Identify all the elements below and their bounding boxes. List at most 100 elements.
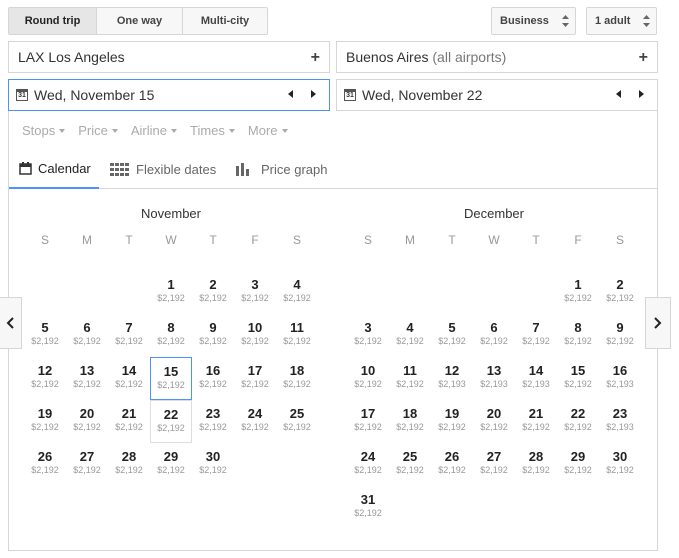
next-month-button[interactable]: [645, 297, 671, 349]
next-day-icon[interactable]: [639, 90, 644, 98]
calendar-day[interactable]: 14 $2,193: [515, 357, 557, 400]
calendar-day[interactable]: 9 $2,192: [192, 314, 234, 357]
calendar-day[interactable]: 16 $2,192: [192, 357, 234, 400]
depart-date-field[interactable]: 31 Wed, November 15: [8, 79, 330, 111]
calendar-day[interactable]: 1 $2,192: [150, 271, 192, 314]
day-price: $2,192: [115, 422, 143, 432]
add-destination-icon[interactable]: +: [639, 49, 648, 67]
tab-price-graph[interactable]: Price graph: [236, 149, 327, 189]
calendar-day[interactable]: 30 $2,192: [599, 443, 641, 486]
calendar-day[interactable]: 5 $2,192: [24, 314, 66, 357]
return-date-field[interactable]: 31 Wed, November 22: [336, 79, 658, 111]
calendar-day[interactable]: 24 $2,192: [347, 443, 389, 486]
calendar-day[interactable]: 22 $2,192: [557, 400, 599, 443]
calendar-day[interactable]: 20 $2,192: [66, 400, 108, 443]
calendar-day[interactable]: 31 $2,192: [347, 486, 389, 529]
trip-type-multi-city[interactable]: Multi-city: [183, 8, 267, 34]
weekday-header: M: [405, 233, 415, 247]
trip-type-selector: Round trip One way Multi-city: [8, 7, 268, 35]
calendar-day[interactable]: 19 $2,192: [431, 400, 473, 443]
calendar-day[interactable]: 25 $2,192: [276, 400, 318, 443]
trip-type-round-trip[interactable]: Round trip: [9, 8, 97, 34]
calendar-day[interactable]: 8 $2,192: [557, 314, 599, 357]
calendar-day[interactable]: 2 $2,192: [599, 271, 641, 314]
calendar-day[interactable]: 13 $2,193: [473, 357, 515, 400]
prev-day-icon[interactable]: [616, 90, 621, 98]
calendar-day[interactable]: 27 $2,192: [66, 443, 108, 486]
day-price: $2,192: [564, 422, 592, 432]
calendar-day[interactable]: 26 $2,192: [24, 443, 66, 486]
filter-price[interactable]: Price: [78, 123, 118, 138]
calendar-day[interactable]: 11 $2,192: [276, 314, 318, 357]
calendar-day[interactable]: 27 $2,192: [473, 443, 515, 486]
calendar-day[interactable]: 8 $2,192: [150, 314, 192, 357]
calendar-day[interactable]: 10 $2,192: [234, 314, 276, 357]
calendar-day[interactable]: 1 $2,192: [557, 271, 599, 314]
filter-bar: Stops Price Airline Times More: [22, 123, 301, 138]
calendar-day[interactable]: 5 $2,192: [431, 314, 473, 357]
month-title: November: [141, 206, 201, 221]
calendar-day[interactable]: 21 $2,192: [108, 400, 150, 443]
calendar-day[interactable]: 12 $2,192: [24, 357, 66, 400]
trip-type-one-way[interactable]: One way: [97, 8, 183, 34]
add-origin-icon[interactable]: +: [311, 49, 320, 67]
weekday-header: F: [251, 233, 259, 247]
calendar-day[interactable]: 26 $2,192: [431, 443, 473, 486]
tab-flexible-dates[interactable]: Flexible dates: [110, 149, 216, 189]
calendar-day[interactable]: 10 $2,192: [347, 357, 389, 400]
day-number: 24: [360, 449, 376, 464]
calendar-day[interactable]: 22 $2,192: [150, 400, 192, 443]
calendar-day[interactable]: 23 $2,193: [599, 400, 641, 443]
calendar-day[interactable]: 3 $2,192: [347, 314, 389, 357]
depart-date-value: Wed, November 15: [34, 87, 155, 103]
calendar-day[interactable]: 23 $2,192: [192, 400, 234, 443]
calendar-day[interactable]: 21 $2,192: [515, 400, 557, 443]
calendar-day[interactable]: 19 $2,192: [24, 400, 66, 443]
calendar-day[interactable]: 7 $2,192: [515, 314, 557, 357]
prev-day-icon[interactable]: [288, 90, 293, 98]
calendar-day[interactable]: 29 $2,192: [557, 443, 599, 486]
filter-times[interactable]: Times: [190, 123, 235, 138]
cabin-class-dropdown[interactable]: Business: [491, 7, 576, 35]
prev-month-button[interactable]: [0, 297, 22, 349]
filter-airline[interactable]: Airline: [131, 123, 177, 138]
calendar-day[interactable]: 29 $2,192: [150, 443, 192, 486]
calendar-day[interactable]: 6 $2,192: [66, 314, 108, 357]
calendar-day[interactable]: 14 $2,192: [108, 357, 150, 400]
day-price: $2,192: [199, 336, 227, 346]
day-number: 9: [616, 320, 624, 335]
day-number: 7: [532, 320, 540, 335]
calendar-day[interactable]: 12 $2,193: [431, 357, 473, 400]
calendar-day[interactable]: 20 $2,192: [473, 400, 515, 443]
calendar-day[interactable]: 4 $2,192: [389, 314, 431, 357]
calendar-day[interactable]: 25 $2,192: [389, 443, 431, 486]
calendar-day[interactable]: 15 $2,192: [557, 357, 599, 400]
calendar-day[interactable]: 28 $2,192: [108, 443, 150, 486]
calendar-day[interactable]: 4 $2,192: [276, 271, 318, 314]
weekday-header: T: [448, 233, 456, 247]
calendar-day[interactable]: 17 $2,192: [234, 357, 276, 400]
tab-calendar-label: Calendar: [38, 160, 91, 176]
calendar-day[interactable]: 28 $2,192: [515, 443, 557, 486]
calendar-day[interactable]: 9 $2,192: [599, 314, 641, 357]
calendar-day[interactable]: 13 $2,192: [66, 357, 108, 400]
origin-field[interactable]: LAX Los Angeles +: [8, 41, 330, 73]
passengers-dropdown[interactable]: 1 adult: [586, 7, 657, 35]
calendar-day[interactable]: 6 $2,192: [473, 314, 515, 357]
next-day-icon[interactable]: [311, 90, 316, 98]
calendar-day[interactable]: 16 $2,193: [599, 357, 641, 400]
calendar-day[interactable]: 2 $2,192: [192, 271, 234, 314]
filter-more[interactable]: More: [248, 123, 288, 138]
calendar-day[interactable]: 7 $2,192: [108, 314, 150, 357]
calendar-day[interactable]: 17 $2,192: [347, 400, 389, 443]
calendar-day[interactable]: 11 $2,192: [389, 357, 431, 400]
calendar-day[interactable]: 18 $2,192: [389, 400, 431, 443]
calendar-day[interactable]: 18 $2,192: [276, 357, 318, 400]
calendar-day[interactable]: 3 $2,192: [234, 271, 276, 314]
tab-calendar[interactable]: Calendar: [9, 149, 99, 189]
calendar-day[interactable]: 30 $2,192: [192, 443, 234, 486]
filter-stops[interactable]: Stops: [22, 123, 66, 138]
calendar-day[interactable]: 15 $2,192: [150, 357, 192, 400]
destination-field[interactable]: Buenos Aires (all airports) +: [336, 41, 658, 73]
calendar-day[interactable]: 24 $2,192: [234, 400, 276, 443]
